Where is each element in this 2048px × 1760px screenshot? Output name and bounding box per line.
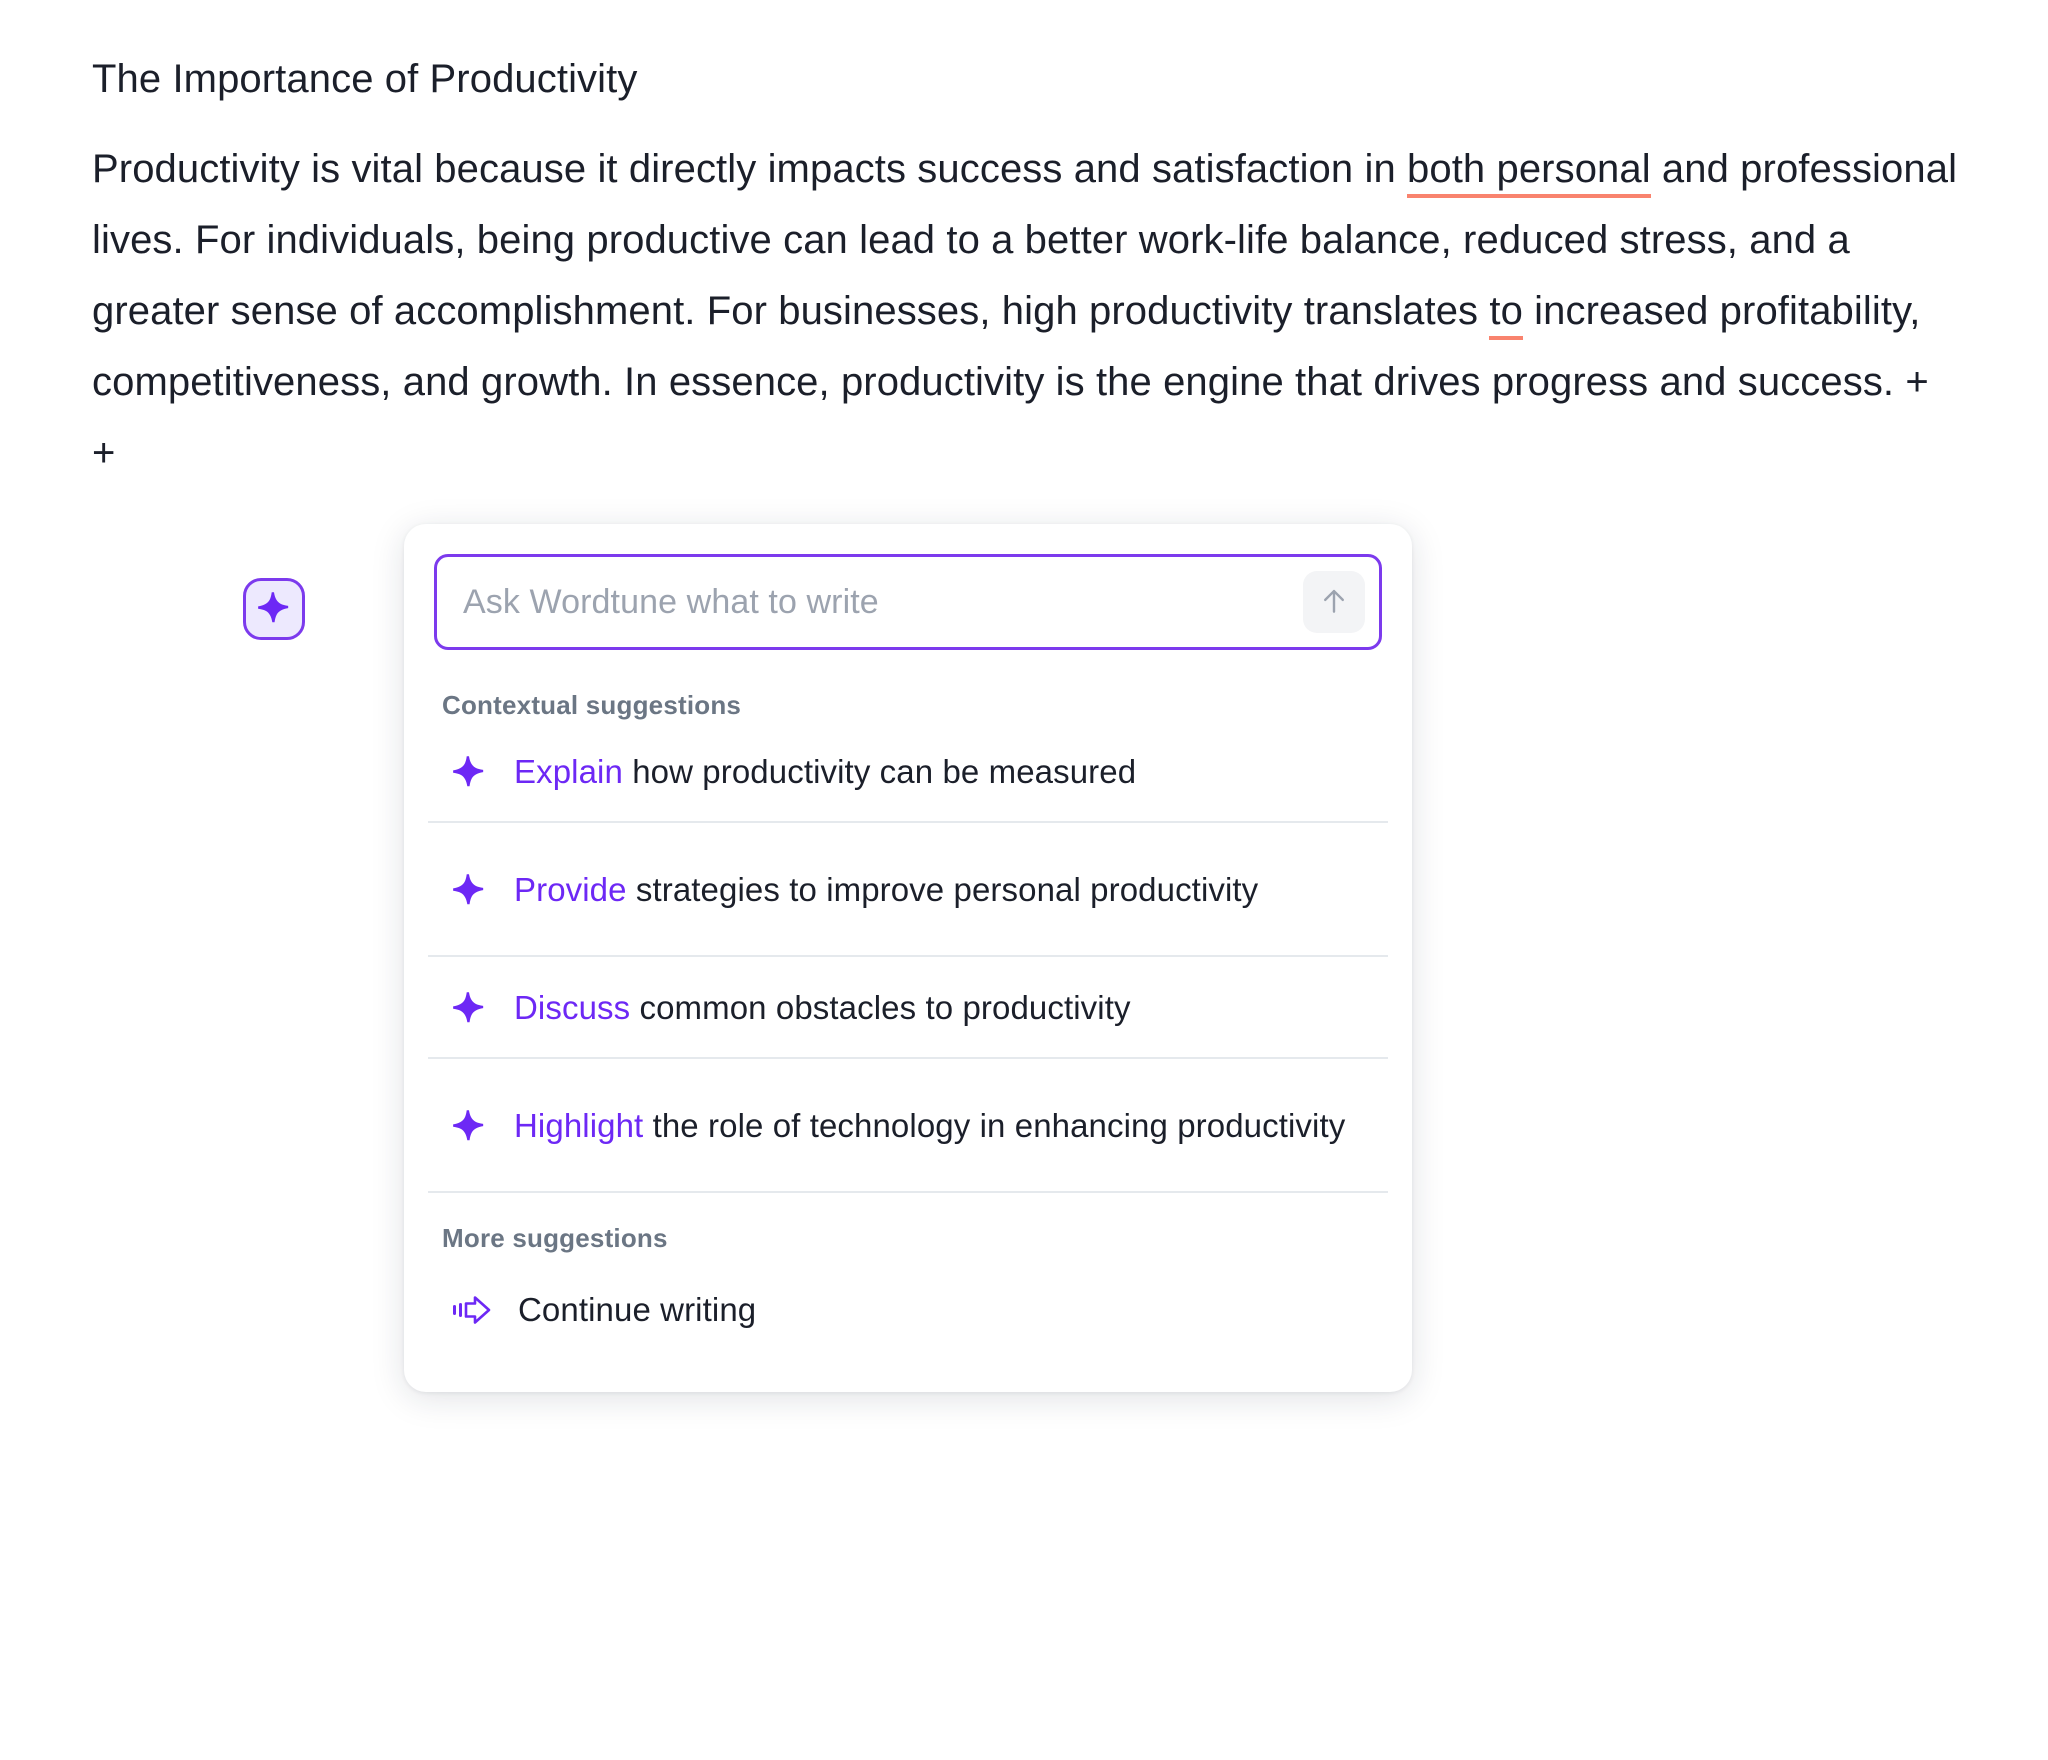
continue-writing-icon — [452, 1294, 492, 1326]
sparkle-icon — [452, 990, 486, 1024]
wordtune-launcher-button[interactable] — [243, 578, 305, 640]
suggestion-highlight-to[interactable]: to — [1489, 289, 1523, 340]
list-item[interactable]: Provide strategies to improve personal p… — [404, 823, 1412, 955]
document-paragraph: Productivity is vital because it directl… — [92, 134, 1962, 489]
sparkle-icon — [452, 1108, 486, 1142]
suggestion-verb: Discuss — [514, 988, 631, 1026]
list-item[interactable]: Explain how productivity can be measured — [404, 721, 1412, 821]
sparkle-icon — [257, 590, 291, 629]
suggestion-highlight-both-personal[interactable]: both personal — [1407, 147, 1651, 198]
list-item[interactable]: Highlight the role of technology in enha… — [404, 1059, 1412, 1191]
sparkle-icon — [452, 754, 486, 788]
ask-input-row — [434, 554, 1382, 650]
document-body: The Importance of Productivity Productiv… — [92, 52, 1982, 489]
suggestion-rest: the role of technology in enhancing prod… — [643, 1106, 1346, 1144]
contextual-suggestions-list: Explain how productivity can be measured… — [404, 721, 1412, 1193]
wordtune-suggestion-popup: Contextual suggestions Explain how produ… — [404, 524, 1412, 1392]
page-title: The Importance of Productivity — [92, 57, 638, 101]
suggestion-rest: common obstacles to productivity — [630, 988, 1131, 1026]
arrow-up-icon — [1317, 584, 1351, 621]
suggestion-verb: Explain — [514, 752, 623, 790]
suggestion-verb: Highlight — [514, 1106, 644, 1144]
ask-input[interactable] — [463, 582, 1303, 622]
list-item-label: Highlight the role of technology in enha… — [514, 1098, 1345, 1153]
suggestion-rest: how productivity can be measured — [622, 752, 1137, 790]
list-item-label: Provide strategies to improve personal p… — [514, 862, 1258, 917]
sparkle-icon — [452, 872, 486, 906]
suggestion-verb: Provide — [514, 870, 627, 908]
list-item-label: Explain how productivity can be measured — [514, 744, 1136, 799]
contextual-suggestions-heading: Contextual suggestions — [442, 690, 742, 720]
continue-writing-item[interactable]: Continue writing — [404, 1262, 1412, 1358]
suggestion-rest: strategies to improve personal productiv… — [626, 870, 1259, 908]
more-suggestions-heading: More suggestions — [442, 1223, 668, 1253]
paragraph-text-part-1: Productivity is vital because it directl… — [92, 147, 1408, 191]
divider — [428, 1191, 1388, 1193]
send-button[interactable] — [1303, 571, 1365, 633]
continue-writing-label: Continue writing — [518, 1291, 757, 1328]
list-item-label: Discuss common obstacles to productivity — [514, 980, 1131, 1035]
list-item[interactable]: Discuss common obstacles to productivity — [404, 957, 1412, 1057]
